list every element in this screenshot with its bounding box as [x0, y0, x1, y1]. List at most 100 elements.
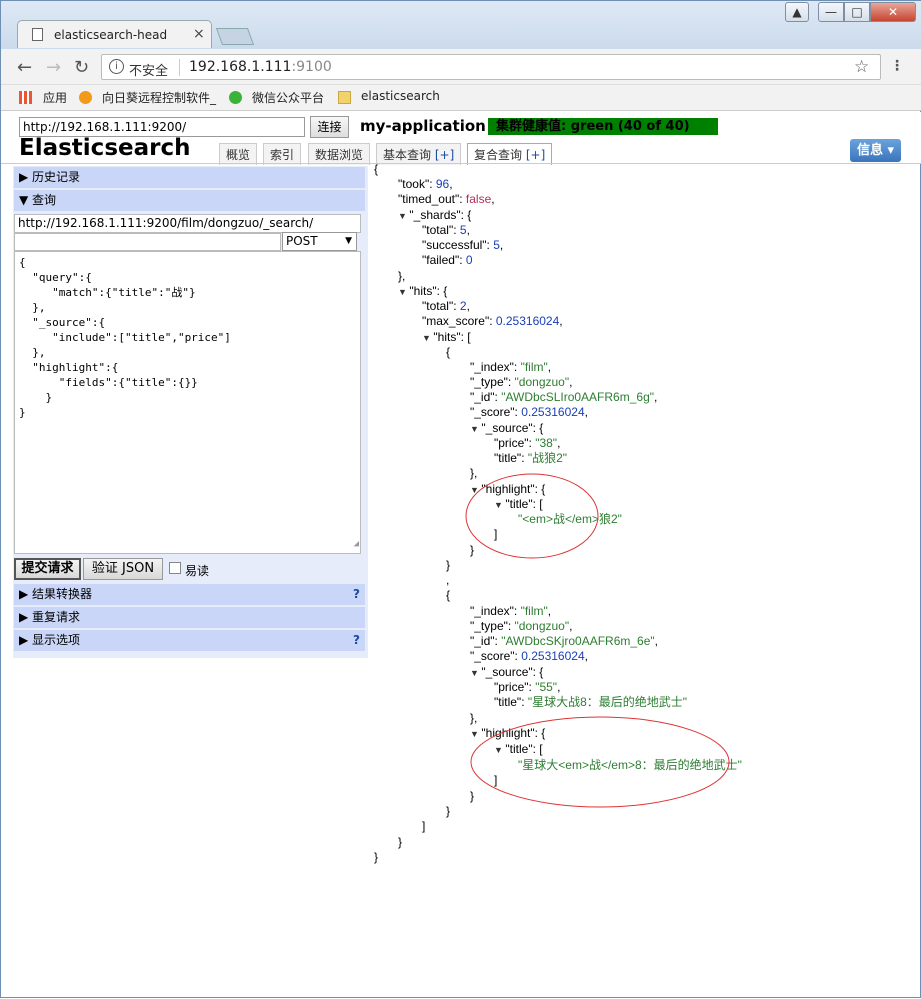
- bookmark-wechat[interactable]: 微信公众平台: [252, 89, 324, 106]
- query-body-text: { "query":{ "match":{"title":"战"} }, "_s…: [19, 256, 231, 419]
- tab-label: 索引: [270, 148, 295, 162]
- sunflower-icon: [79, 91, 92, 104]
- collapse-triangle-icon[interactable]: ▼: [422, 333, 433, 343]
- shards-failed: 0: [465, 253, 473, 267]
- url-text[interactable]: 192.168.1.111:9100: [189, 59, 332, 75]
- tab-close-icon[interactable]: ×: [193, 26, 205, 42]
- collapse-triangle-icon[interactable]: ▼: [470, 485, 481, 495]
- timed-out-value: false: [465, 192, 492, 206]
- tab-plus: [+]: [434, 148, 455, 162]
- maximize-button[interactable]: □: [844, 2, 870, 22]
- user-icon[interactable]: ▲: [785, 2, 809, 22]
- close-window-button[interactable]: ✕: [870, 2, 916, 22]
- hit-id: "AWDbcSLIro0AAFR6m_6g": [501, 390, 654, 404]
- tab-indices[interactable]: 索引: [263, 143, 302, 165]
- address-bar[interactable]: i 不安全 192.168.1.111:9100 ☆: [101, 54, 881, 80]
- json-line: ▼ "title": [: [494, 497, 543, 511]
- query-extra-input[interactable]: [14, 233, 281, 251]
- hit-index: "film": [520, 604, 548, 618]
- reload-icon[interactable]: ↻: [74, 57, 89, 78]
- hit-highlight: "星球大<em>战</em>8：最后的绝地武士": [518, 758, 742, 772]
- bookmark-sunflower[interactable]: 向日葵远程控制软件_: [102, 89, 216, 106]
- submit-request-button[interactable]: 提交请求: [14, 558, 81, 580]
- json-line: "title": "星球大战8：最后的绝地武士": [494, 695, 688, 709]
- method-select[interactable]: POST ▼: [282, 232, 357, 251]
- repeat-request-section[interactable]: ▶ 重复请求: [14, 607, 365, 628]
- json-line: "timed_out": false,: [398, 192, 495, 206]
- cluster-health-badge: 集群健康值: green (40 of 40): [488, 118, 718, 135]
- hit-id: "AWDbcSKjro0AAFR6m_6e": [501, 634, 655, 648]
- collapse-triangle-icon[interactable]: ▼: [398, 211, 409, 221]
- bookmark-apps[interactable]: 应用: [43, 89, 67, 106]
- menu-icon[interactable]: ⋮: [890, 58, 904, 74]
- json-line: ]: [422, 819, 426, 833]
- insecure-label: 不安全: [129, 64, 169, 79]
- minimize-button[interactable]: —: [818, 2, 844, 22]
- query-path-input[interactable]: http://192.168.1.111:9200/film/dongzuo/_…: [14, 214, 361, 233]
- query-panel: ▶ 历史记录 ▼ 查询 http://192.168.1.111:9200/fi…: [13, 166, 368, 658]
- took-value: 96: [435, 177, 450, 191]
- json-line: {: [446, 588, 451, 602]
- browser-toolbar: ← → ↻ i 不安全 192.168.1.111:9100 ☆ ⋮: [1, 49, 921, 85]
- validate-json-button[interactable]: 验证 JSON: [83, 558, 163, 580]
- divider: [1, 163, 921, 164]
- hit-price: "38": [535, 436, 558, 450]
- query-body-textarea[interactable]: { "query":{ "match":{"title":"战"} }, "_s…: [14, 251, 361, 554]
- browser-tab[interactable]: elasticsearch-head ×: [17, 20, 212, 48]
- tab-compound-query[interactable]: 复合查询 [+]: [467, 143, 553, 165]
- bookmark-elasticsearch[interactable]: elasticsearch: [361, 89, 440, 103]
- json-result-viewer: { "took": 96, "timed_out": false, ▼ "_sh…: [371, 162, 911, 905]
- page-icon: [32, 28, 43, 41]
- collapse-triangle-icon[interactable]: ▼: [494, 500, 505, 510]
- info-button[interactable]: 信息 ▾: [850, 139, 901, 162]
- divider: [179, 59, 180, 76]
- json-line: "price": "55",: [494, 680, 561, 694]
- hit-title: "战狼2": [527, 451, 568, 465]
- tab-label: 基本查询: [383, 148, 435, 162]
- json-line: }: [446, 558, 451, 572]
- tab-label: 概览: [226, 148, 251, 162]
- new-tab-button[interactable]: [215, 28, 255, 45]
- hit-score: 0.25316024: [521, 405, 585, 419]
- collapse-triangle-icon[interactable]: ▼: [470, 668, 481, 678]
- json-line: ▼ "_source": {: [470, 421, 544, 435]
- tab-overview[interactable]: 概览: [219, 143, 258, 165]
- collapse-triangle-icon[interactable]: ▼: [470, 729, 481, 739]
- tab-label: 数据浏览: [315, 148, 364, 162]
- connect-button[interactable]: 连接: [310, 116, 349, 138]
- connect-url-input[interactable]: [19, 117, 305, 137]
- json-line: ▼ "_shards": {: [398, 208, 472, 222]
- forward-arrow-icon[interactable]: →: [46, 57, 61, 78]
- resize-handle-icon[interactable]: ◢: [354, 537, 359, 552]
- hits-total: 2: [459, 299, 467, 313]
- display-options-section[interactable]: ▶ 显示选项?: [14, 630, 365, 651]
- json-line: "total": 5,: [422, 223, 470, 237]
- help-icon[interactable]: ?: [353, 630, 360, 651]
- json-line: ]: [494, 773, 498, 787]
- result-transformer-section[interactable]: ▶ 结果转换器?: [14, 584, 365, 605]
- json-line: "total": 2,: [422, 299, 470, 313]
- brand-title: Elasticsearch: [19, 135, 191, 161]
- es-head-header: 连接 my-application 集群健康值: green (40 of 40…: [1, 112, 921, 165]
- json-line: "failed": 0: [422, 253, 473, 267]
- hit-index: "film": [520, 360, 548, 374]
- history-section[interactable]: ▶ 历史记录: [14, 167, 365, 188]
- tab-basic-query[interactable]: 基本查询 [+]: [376, 143, 462, 165]
- pretty-label: 易读: [185, 564, 210, 578]
- help-icon[interactable]: ?: [353, 584, 360, 605]
- info-icon[interactable]: i: [109, 59, 124, 74]
- hit-type: "dongzuo": [514, 619, 570, 633]
- tab-browser[interactable]: 数据浏览: [308, 143, 371, 165]
- tab-plus: [+]: [525, 148, 546, 162]
- back-arrow-icon[interactable]: ←: [17, 57, 32, 78]
- collapse-triangle-icon[interactable]: ▼: [398, 287, 409, 297]
- json-line: "_id": "AWDbcSLIro0AAFR6m_6g",: [470, 390, 658, 404]
- json-line: ▼ "_source": {: [470, 665, 544, 679]
- pretty-checkbox[interactable]: [169, 562, 181, 574]
- collapse-triangle-icon[interactable]: ▼: [494, 745, 505, 755]
- hit-title: "星球大战8：最后的绝地武士": [527, 695, 688, 709]
- collapse-triangle-icon[interactable]: ▼: [470, 424, 481, 434]
- json-line: ]: [494, 527, 498, 541]
- bookmark-star-icon[interactable]: ☆: [854, 57, 869, 77]
- query-section[interactable]: ▼ 查询: [14, 190, 365, 211]
